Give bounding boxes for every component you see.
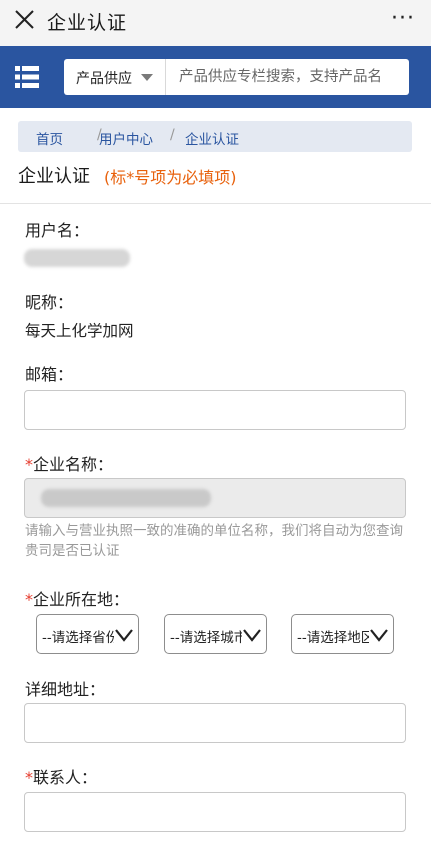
search-category-dropdown[interactable]: 产品供应 xyxy=(64,59,166,95)
address-label: 详细地址： xyxy=(25,680,106,699)
more-menu-icon[interactable]: ··· xyxy=(391,6,415,31)
divider xyxy=(0,203,431,204)
city-select-value: --请选择城市 xyxy=(170,630,248,646)
required-mark: * xyxy=(25,590,33,609)
close-icon[interactable] xyxy=(12,7,38,33)
site-header: 产品供应 xyxy=(0,46,431,108)
chevron-down-icon xyxy=(369,626,389,644)
window-title: 企业认证 xyxy=(47,12,128,34)
page-title: 企业认证 xyxy=(18,166,90,187)
city-select[interactable]: --请选择城市 xyxy=(164,614,267,654)
breadcrumb: 首页 / 用户中心 / 企业认证 xyxy=(18,121,412,152)
email-label: 邮箱： xyxy=(25,365,74,384)
contact-field[interactable] xyxy=(24,792,406,832)
chevron-down-icon xyxy=(242,626,262,644)
province-select-value: --请选择省份 xyxy=(42,630,120,646)
required-mark: * xyxy=(25,768,33,787)
nickname-label: 昵称： xyxy=(25,293,74,312)
search-category-label: 产品供应 xyxy=(76,71,132,87)
search-box: 产品供应 xyxy=(64,59,409,95)
company-name-redacted xyxy=(41,489,211,507)
company-name-hint: 请输入与营业执照一致的准确的单位名称，我们将自动为您查询贵司是否已认证 xyxy=(25,523,403,559)
breadcrumb-user-center[interactable]: 用户中心 xyxy=(99,128,153,148)
menu-list-icon[interactable] xyxy=(15,66,39,88)
district-select[interactable]: --请选择地区 xyxy=(291,614,394,654)
province-select[interactable]: --请选择省份 xyxy=(36,614,139,654)
caret-down-icon xyxy=(141,74,153,81)
required-note: (标*号项为必填项) xyxy=(104,168,237,187)
nickname-value: 每天上化学加网 xyxy=(25,322,134,340)
district-select-value: --请选择地区 xyxy=(297,630,375,646)
window-titlebar: 企业认证 ··· xyxy=(0,0,431,46)
company-label: *企业名称： xyxy=(25,455,114,474)
breadcrumb-separator: / xyxy=(170,127,175,143)
company-name-field[interactable] xyxy=(24,478,406,518)
search-input[interactable] xyxy=(167,59,407,95)
chevron-down-icon xyxy=(114,626,134,644)
breadcrumb-current: 企业认证 xyxy=(185,132,239,148)
username-value-redacted xyxy=(24,249,130,267)
address-field[interactable] xyxy=(24,703,406,743)
required-mark: * xyxy=(25,455,33,474)
contact-label: *联系人： xyxy=(25,768,98,787)
email-field[interactable] xyxy=(24,390,406,430)
breadcrumb-home[interactable]: 首页 xyxy=(36,128,63,148)
location-label: *企业所在地： xyxy=(25,590,130,609)
username-label: 用户名： xyxy=(25,221,90,240)
